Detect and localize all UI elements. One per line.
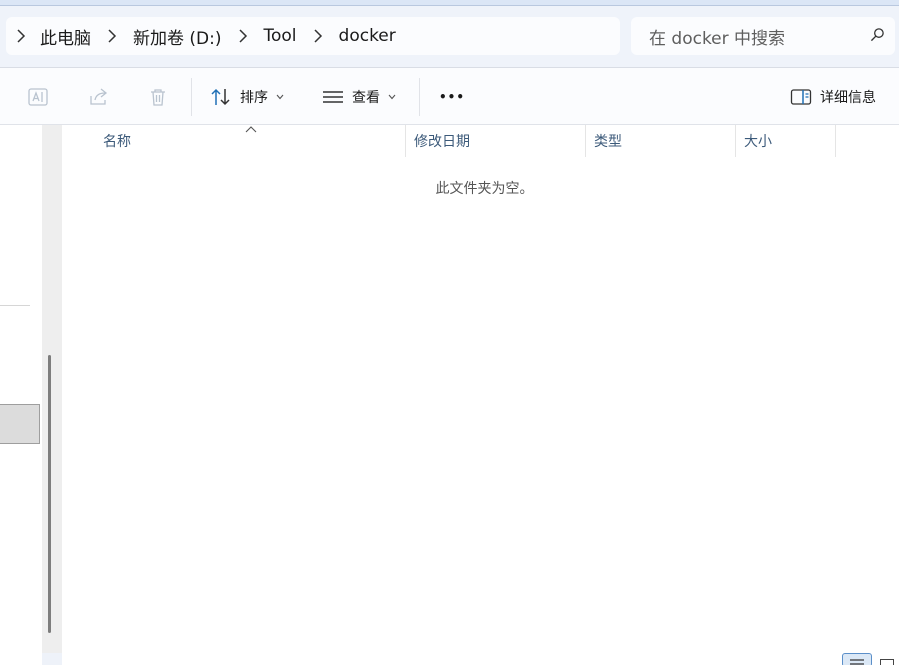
navigation-pane[interactable] [0, 125, 42, 665]
sort-button[interactable]: 排序 [210, 84, 284, 110]
rename-icon[interactable] [25, 84, 51, 110]
breadcrumb-tool[interactable]: Tool [260, 26, 301, 46]
nav-selected-item[interactable] [0, 404, 40, 444]
column-header-type[interactable]: 类型 [586, 125, 736, 157]
nav-divider [0, 305, 30, 306]
file-list[interactable]: 名称 修改日期 类型 大小 此文件夹为空。 [62, 125, 899, 665]
more-options-icon: ••• [439, 90, 466, 104]
empty-folder-message: 此文件夹为空。 [435, 181, 534, 197]
view-switcher [842, 652, 899, 665]
command-bar: 排序 查看 ••• 详细信息 [0, 67, 899, 125]
search-input[interactable]: 在 docker 中搜索 [649, 24, 870, 49]
more-options-button[interactable]: ••• [439, 84, 465, 110]
view-label: 查看 [352, 90, 380, 106]
column-header-modified[interactable]: 修改日期 [406, 125, 586, 157]
trash-icon[interactable] [145, 84, 171, 110]
address-bar[interactable]: 此电脑 新加卷 (D:) Tool docker [6, 17, 620, 55]
search-box[interactable]: 在 docker 中搜索 [631, 17, 895, 55]
sort-arrows-icon [210, 87, 232, 107]
view-button[interactable]: 查看 [322, 84, 396, 110]
chevron-right-icon[interactable] [95, 29, 129, 43]
details-label: 详细信息 [820, 90, 876, 106]
address-row: 此电脑 新加卷 (D:) Tool docker 在 docker 中搜索 [0, 6, 899, 67]
details-view-button[interactable] [842, 653, 872, 665]
list-view-icon [322, 87, 344, 107]
search-icon[interactable] [870, 27, 885, 46]
details-pane-button[interactable]: 详细信息 [790, 84, 876, 110]
details-pane-icon [790, 87, 812, 107]
column-header-size[interactable]: 大小 [736, 125, 836, 157]
chevron-down-icon [268, 94, 284, 100]
chevron-right-icon[interactable] [226, 29, 260, 43]
tiles-view-button[interactable] [880, 659, 894, 665]
breadcrumb-this-pc[interactable]: 此电脑 [36, 24, 95, 49]
nav-scrollbar-thumb[interactable] [48, 355, 51, 633]
toolbar-divider [419, 78, 420, 116]
breadcrumb-docker[interactable]: docker [335, 26, 400, 46]
sort-label: 排序 [240, 90, 268, 106]
share-icon[interactable] [86, 84, 112, 110]
chevron-right-icon[interactable] [6, 29, 36, 43]
nav-scrollbar[interactable] [42, 125, 62, 653]
chevron-down-icon [380, 94, 396, 100]
column-header-name[interactable]: 名称 [95, 125, 406, 157]
chevron-right-icon[interactable] [301, 29, 335, 43]
breadcrumb-drive-d[interactable]: 新加卷 (D:) [129, 24, 226, 49]
file-explorer-window: 此电脑 新加卷 (D:) Tool docker 在 docker 中搜索 排序… [0, 0, 899, 665]
toolbar-divider [191, 78, 192, 116]
